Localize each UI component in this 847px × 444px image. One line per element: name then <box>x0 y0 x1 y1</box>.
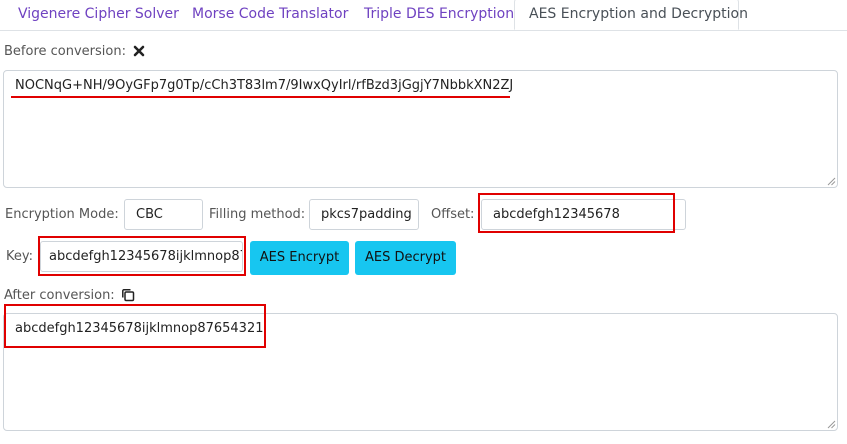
encryption-mode-select[interactable]: CBC <box>124 199 203 230</box>
offset-label: Offset: <box>431 207 475 222</box>
key-highlight-box <box>38 236 246 276</box>
before-text-underline <box>11 96 510 98</box>
resize-grip-icon[interactable] <box>826 176 836 186</box>
filling-method-label: Filling method: <box>209 207 306 222</box>
offset-highlight-box <box>478 193 675 233</box>
tab-vigenere-cipher-solver[interactable]: Vigenere Cipher Solver <box>18 0 179 30</box>
key-label: Key: <box>6 249 34 264</box>
before-conversion-text: NOCNqG+NH/9OyGFp7g0Tp/cCh3T83lm7/9IwxQyI… <box>15 78 514 93</box>
clear-x-icon[interactable] <box>133 45 145 57</box>
before-conversion-textarea[interactable]: NOCNqG+NH/9OyGFp7g0Tp/cCh3T83lm7/9IwxQyI… <box>3 70 838 188</box>
tab-morse-code-translator[interactable]: Morse Code Translator <box>192 0 348 30</box>
tab-triple-des-encryption[interactable]: Triple DES Encryption <box>364 0 514 30</box>
resize-grip-icon[interactable] <box>826 419 836 429</box>
tab-aes-encryption-decryption[interactable]: AES Encryption and Decryption <box>514 0 748 30</box>
copy-icon[interactable] <box>121 288 135 302</box>
result-highlight-box <box>4 304 266 348</box>
filling-method-select[interactable]: pkcs7padding <box>309 199 419 230</box>
before-conversion-label: Before conversion: <box>4 44 126 59</box>
aes-encrypt-button[interactable]: AES Encrypt <box>250 241 349 275</box>
tab-bar: Vigenere Cipher Solver Morse Code Transl… <box>0 0 847 31</box>
after-conversion-label: After conversion: <box>4 288 115 303</box>
encryption-mode-label: Encryption Mode: <box>5 207 119 222</box>
aes-decrypt-button[interactable]: AES Decrypt <box>355 241 456 275</box>
